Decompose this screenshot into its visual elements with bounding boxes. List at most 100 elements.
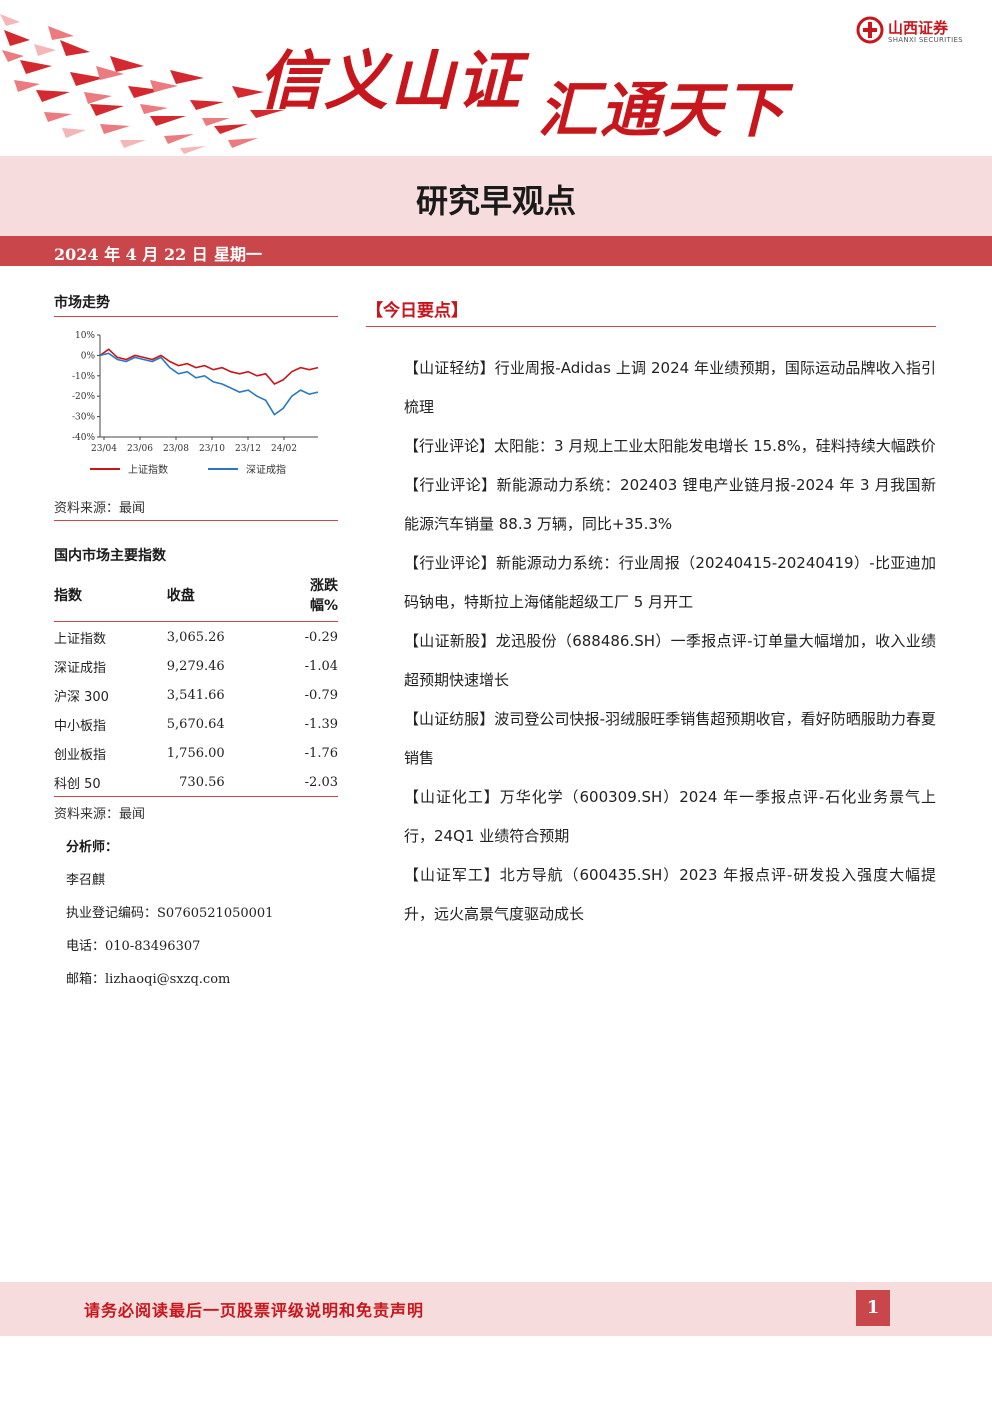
footer-disclaimer[interactable]: 请务必阅读最后一页股票评级说明和免责声明 (84, 1297, 424, 1321)
date-band: 2024 年 4 月 22 日 星期一 (0, 236, 992, 266)
key-points-list: 【山证轻纺】行业周报-Adidas 上调 2024 年业绩预期，国际运动品牌收入… (366, 349, 936, 934)
index-name: 沪深 300 (54, 690, 109, 705)
logo-text-cn: 山西证券 (888, 19, 949, 37)
series-line-1 (99, 352, 319, 416)
report-weekday: 星期一 (214, 245, 263, 264)
y-tick-label: -10% (72, 372, 95, 382)
list-item[interactable]: 【行业评论】太阳能：3 月规上工业太阳能发电增长 15.8%，硅料持续大幅跌价 (404, 427, 936, 466)
indices-source: 资料来源：最闻 (54, 796, 338, 822)
left-column: 市场走势 10% 0% -10% -20% -30% -40% 23/04 23/06 23/0… (54, 292, 338, 987)
list-item[interactable]: 【行业评论】新能源动力系统：行业周报（20240415-20240419）-比亚… (404, 544, 936, 622)
arrow-swarm-graphic (0, 14, 284, 154)
index-close: 3,065.26 (166, 630, 225, 645)
market-trend-source: 资料来源：最闻 (54, 493, 338, 521)
key-points-divider (366, 326, 936, 327)
x-tick-label: 23/10 (199, 444, 225, 454)
y-tick-label: 10% (75, 331, 95, 341)
index-change: -0.79 (304, 688, 338, 703)
x-tick-label: 23/04 (91, 444, 117, 454)
index-change: -1.04 (304, 659, 338, 674)
list-item[interactable]: 【山证化工】万华化学（600309.SH）2024 年一季报点评-石化业务景气上… (404, 778, 936, 856)
analyst-heading: 分析师： (66, 840, 119, 855)
table-row: 深证成指 9,279.46 -1.04 (54, 651, 338, 680)
index-name: 科创 50 (54, 777, 101, 792)
company-logo: 山西证券 SHANXI SECURITIES (856, 16, 976, 48)
index-change: -1.76 (304, 746, 338, 761)
y-tick-label: -30% (72, 413, 95, 423)
analyst-reg-value: S0760521050001 (157, 906, 274, 921)
item-tag: 【山证化工】 (404, 788, 500, 806)
slogan-part1: 信义山证 (258, 44, 522, 119)
item-tag: 【山证纺服】 (404, 710, 495, 728)
analyst-email-value[interactable]: lizhaoqi@sxzq.com (105, 972, 230, 987)
index-change: -2.03 (304, 775, 338, 790)
index-close: 3,541.66 (166, 688, 225, 703)
legend-label: 深证成指 (246, 463, 286, 476)
index-close: 1,756.00 (166, 746, 225, 761)
analyst-phone-value: 010-83496307 (105, 939, 201, 954)
item-tag: 【山证轻纺】 (404, 359, 495, 377)
x-tick-label: 23/12 (235, 444, 261, 454)
table-row: 科创 50 730.56 -2.03 (54, 767, 338, 796)
list-item[interactable]: 【山证轻纺】行业周报-Adidas 上调 2024 年业绩预期，国际运动品牌收入… (404, 349, 936, 427)
index-name: 深证成指 (54, 661, 107, 676)
index-change: -1.39 (304, 717, 338, 732)
analyst-phone-label: 电话： (66, 939, 106, 954)
item-text: 太阳能：3 月规上工业太阳能发电增长 15.8%，硅料持续大幅跌价 (494, 437, 936, 455)
item-tag: 【行业评论】 (404, 554, 497, 572)
index-change: -0.29 (304, 630, 338, 645)
analyst-email: 邮箱：lizhaoqi@sxzq.com (66, 968, 338, 987)
y-tick-label: -40% (72, 433, 95, 443)
index-name: 上证指数 (54, 632, 107, 647)
item-tag: 【山证新股】 (404, 632, 496, 650)
x-tick-label: 23/06 (127, 444, 153, 454)
analyst-info: 分析师： 李召麒 执业登记编码：S0760521050001 电话：010-83… (66, 836, 338, 987)
analyst-phone: 电话：010-83496307 (66, 935, 338, 954)
index-close: 9,279.46 (166, 659, 225, 674)
table-row: 上证指数 3,065.26 -0.29 (54, 622, 338, 652)
indices-section: 国内市场主要指数 指数 收盘 涨跌幅% 上证指数 3,065.26 -0.29 深证成… (54, 545, 338, 822)
page-number: 1 (856, 1290, 890, 1326)
document-title: 研究早观点 (415, 182, 576, 220)
report-date: 2024 年 4 月 22 日 (54, 245, 208, 264)
header-banner: 信义山证 汇通天下 山西证券 SHANXI SECURITIES (0, 0, 992, 156)
indices-table: 指数 收盘 涨跌幅% 上证指数 3,065.26 -0.29 深证成指 9,279.46… (54, 571, 338, 796)
indices-heading: 国内市场主要指数 (54, 548, 166, 564)
market-trend-chart: 10% 0% -10% -20% -30% -40% 23/04 23/06 23/08 23/1… (54, 325, 338, 493)
index-close: 730.56 (179, 775, 225, 790)
company-logo-icon (856, 16, 884, 44)
analyst-name: 李召麒 (66, 873, 106, 888)
analyst-reg-label: 执业登记编码： (66, 906, 158, 921)
footer: 请务必阅读最后一页股票评级说明和免责声明 1 (0, 1282, 992, 1336)
index-close: 5,670.64 (166, 717, 225, 732)
market-trend-heading: 市场走势 (54, 292, 338, 317)
slogan-part2: 汇通天下 (538, 76, 786, 146)
legend-label: 上证指数 (128, 463, 168, 476)
list-item[interactable]: 【山证军工】北方导航（600435.SH）2023 年报点评-研发投入强度大幅提… (404, 856, 936, 934)
item-tag: 【行业评论】 (404, 437, 495, 455)
x-tick-label: 24/02 (271, 444, 297, 454)
table-row: 中小板指 5,670.64 -1.39 (54, 709, 338, 738)
col-header-close: 收盘 (166, 571, 305, 622)
list-item[interactable]: 【行业评论】新能源动力系统：202403 锂电产业链月报-2024 年 3 月我… (404, 466, 936, 544)
index-name: 中小板指 (54, 719, 107, 734)
analyst-email-label: 邮箱： (66, 972, 106, 987)
table-row: 沪深 300 3,541.66 -0.79 (54, 680, 338, 709)
indices-header-row: 指数 收盘 涨跌幅% (54, 571, 338, 622)
list-item[interactable]: 【山证新股】龙迅股份（688486.SH）一季报点评-订单量大幅增加，收入业绩超… (404, 622, 936, 700)
y-tick-label: 0% (81, 351, 96, 361)
key-points-heading: 【今日要点】 (366, 301, 468, 321)
list-item[interactable]: 【山证纺服】波司登公司快报-羽绒服旺季销售超预期收官，看好防晒服助力春夏销售 (404, 700, 936, 778)
title-band: 研究早观点 (0, 156, 992, 236)
x-tick-label: 23/08 (163, 444, 189, 454)
logo-text-en: SHANXI SECURITIES (888, 36, 963, 44)
item-tag: 【山证军工】 (404, 866, 500, 884)
col-header-name: 指数 (54, 571, 167, 622)
right-column: 【今日要点】 【山证轻纺】行业周报-Adidas 上调 2024 年业绩预期，国… (366, 296, 936, 934)
index-name: 创业板指 (54, 748, 107, 763)
analyst-reg: 执业登记编码：S0760521050001 (66, 902, 338, 921)
item-tag: 【行业评论】 (404, 476, 497, 494)
col-header-change: 涨跌幅% (304, 571, 338, 622)
market-trend-svg: 10% 0% -10% -20% -30% -40%23/04 23/06 23/08 23/1… (72, 331, 319, 476)
table-row: 创业板指 1,756.00 -1.76 (54, 738, 338, 767)
